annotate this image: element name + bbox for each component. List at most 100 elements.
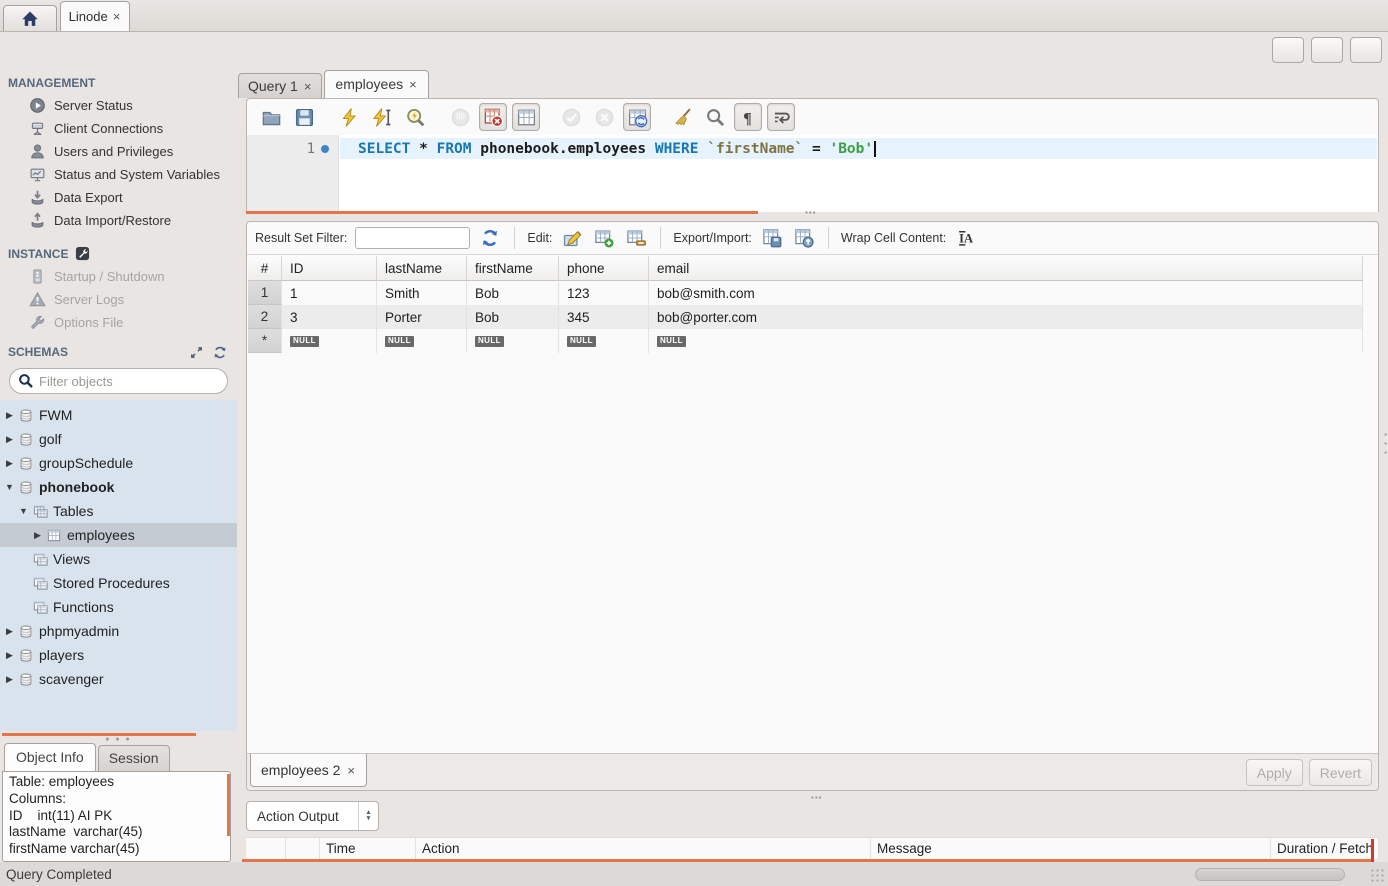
- refresh-results-icon[interactable]: [478, 227, 502, 249]
- wrap-cell-content-icon[interactable]: IA: [954, 227, 978, 249]
- wrap-text-button[interactable]: [767, 103, 795, 131]
- stop-button[interactable]: [446, 103, 474, 131]
- open-sql-script-button[interactable]: [47, 38, 72, 63]
- sidebar-item-users-and-privileges[interactable]: Users and Privileges: [0, 140, 237, 163]
- tree-item-tables[interactable]: ▼Tables: [0, 499, 237, 523]
- tree-item-players[interactable]: ▶players: [0, 643, 237, 667]
- sidebar-item-data-export[interactable]: Data Export: [0, 186, 237, 209]
- tree-item-fwm[interactable]: ▶FWM: [0, 403, 237, 427]
- chevron-right-icon[interactable]: ▶: [4, 410, 15, 421]
- tab-session[interactable]: Session: [98, 745, 170, 771]
- grid-cell[interactable]: Smith: [377, 281, 467, 305]
- apply-button[interactable]: Apply: [1246, 759, 1303, 786]
- grid-cell[interactable]: Porter: [377, 305, 467, 329]
- toggle-bottom-panel-button[interactable]: [1311, 37, 1343, 63]
- create-schema-button[interactable]: [125, 38, 150, 63]
- sidebar-item-client-connections[interactable]: Client Connections: [0, 117, 237, 140]
- schema-filter-input[interactable]: [39, 374, 219, 389]
- grid-cell[interactable]: bob@smith.com: [649, 281, 1363, 305]
- output-column-blank[interactable]: [246, 838, 286, 859]
- tab-object-info[interactable]: Object Info: [4, 743, 96, 771]
- add-row-icon[interactable]: [592, 227, 616, 249]
- sidebar-item-server-logs[interactable]: Server Logs: [0, 288, 237, 311]
- toggle-right-sidebar-button[interactable]: [1350, 37, 1382, 63]
- output-column-time[interactable]: Time: [320, 838, 416, 859]
- toggle-autocommit-button[interactable]: [623, 103, 651, 131]
- grid-cell[interactable]: 1: [282, 281, 377, 305]
- create-table-button[interactable]: [164, 38, 189, 63]
- sidebar-item-status-and-system-variables[interactable]: Status and System Variables: [0, 163, 237, 186]
- tree-item-groupschedule[interactable]: ▶groupSchedule: [0, 451, 237, 475]
- output-column-action[interactable]: Action: [416, 838, 871, 859]
- tree-item-phonebook[interactable]: ▼phonebook: [0, 475, 237, 499]
- sidebar-item-data-import-restore[interactable]: Data Import/Restore: [0, 209, 237, 232]
- open-script-button[interactable]: [257, 103, 285, 131]
- right-edge-grip[interactable]: ▪▪▪: [1384, 430, 1387, 457]
- grid-cell[interactable]: NULL: [559, 329, 649, 353]
- row-number-cell[interactable]: 2: [248, 305, 282, 329]
- create-procedure-button[interactable]: [242, 38, 267, 63]
- find-button[interactable]: [701, 103, 729, 131]
- stop-on-error-button[interactable]: [479, 103, 507, 131]
- output-selector[interactable]: Action Output ▲▼: [246, 801, 379, 831]
- output-column-message[interactable]: Message: [871, 838, 1271, 859]
- grid-cell[interactable]: NULL: [467, 329, 559, 353]
- tree-item-stored-procedures[interactable]: Stored Procedures: [0, 571, 237, 595]
- delete-row-icon[interactable]: [624, 227, 648, 249]
- save-script-button[interactable]: [290, 103, 318, 131]
- limit-rows-button[interactable]: [512, 103, 540, 131]
- grid-cell[interactable]: NULL: [649, 329, 1363, 353]
- revert-button[interactable]: Revert: [1309, 759, 1372, 786]
- editor-results-splitter-grip[interactable]: ▪▪▪: [805, 208, 817, 217]
- chevron-down-icon[interactable]: ▼: [18, 506, 29, 516]
- import-records-icon[interactable]: [792, 227, 816, 249]
- commit-button[interactable]: [557, 103, 585, 131]
- grid-cell[interactable]: bob@porter.com: [649, 305, 1363, 329]
- sidebar-item-options-file[interactable]: Options File: [0, 311, 237, 334]
- grid-cell[interactable]: Bob: [467, 281, 559, 305]
- grid-cell[interactable]: NULL: [282, 329, 377, 353]
- row-number-cell[interactable]: *: [248, 329, 282, 353]
- home-tab[interactable]: [3, 5, 57, 31]
- show-invisibles-button[interactable]: ¶: [734, 103, 762, 131]
- editor-tab-query-1[interactable]: Query 1×: [238, 73, 322, 98]
- refresh-icon[interactable]: [211, 344, 229, 360]
- create-view-button[interactable]: [203, 38, 228, 63]
- output-column-duration-fetch[interactable]: Duration / Fetch: [1271, 838, 1379, 859]
- execute-current-button[interactable]: [368, 103, 396, 131]
- column-header-lastname[interactable]: lastName: [377, 256, 467, 281]
- sql-code-line[interactable]: SELECT * FROM phonebook.employees WHERE …: [340, 138, 1377, 159]
- grid-cell[interactable]: 123: [559, 281, 649, 305]
- output-column-blank[interactable]: [286, 838, 320, 859]
- close-icon[interactable]: ×: [408, 78, 418, 91]
- search-table-data-button[interactable]: [320, 38, 345, 63]
- db-info-button[interactable]: [86, 38, 111, 63]
- tree-item-golf[interactable]: ▶golf: [0, 427, 237, 451]
- chevron-right-icon[interactable]: ▶: [4, 458, 15, 469]
- editor-tab-employees[interactable]: employees×: [324, 70, 428, 98]
- row-number-cell[interactable]: 1: [248, 281, 282, 305]
- column-header-email[interactable]: email: [649, 256, 1363, 281]
- notifications-button[interactable]: [1240, 38, 1265, 63]
- tree-item-employees[interactable]: ▶employees: [0, 523, 237, 547]
- new-sql-tab-button[interactable]: [8, 38, 33, 63]
- column-header-id[interactable]: ID: [282, 256, 377, 281]
- close-icon[interactable]: ×: [346, 764, 356, 777]
- connection-tab-linode[interactable]: Linode ×: [60, 1, 130, 31]
- chevron-right-icon[interactable]: ▶: [4, 626, 15, 637]
- expand-icon[interactable]: [187, 344, 205, 360]
- reconnect-dbms-button[interactable]: [359, 38, 384, 63]
- grid-cell[interactable]: NULL: [377, 329, 467, 353]
- grid-cell[interactable]: 3: [282, 305, 377, 329]
- tree-item-views[interactable]: Views: [0, 547, 237, 571]
- export-recordset-icon[interactable]: [760, 227, 784, 249]
- column-header-row-number[interactable]: #: [248, 256, 282, 281]
- chevron-right-icon[interactable]: ▶: [4, 650, 15, 661]
- chevron-down-icon[interactable]: ▼: [4, 482, 15, 492]
- rollback-button[interactable]: [590, 103, 618, 131]
- execute-button[interactable]: [335, 103, 363, 131]
- stepper-icon[interactable]: ▲▼: [358, 802, 378, 830]
- result-set-tab[interactable]: employees 2 ×: [250, 754, 367, 787]
- grid-cell[interactable]: 345: [559, 305, 649, 329]
- sidebar-item-server-status[interactable]: Server Status: [0, 94, 237, 117]
